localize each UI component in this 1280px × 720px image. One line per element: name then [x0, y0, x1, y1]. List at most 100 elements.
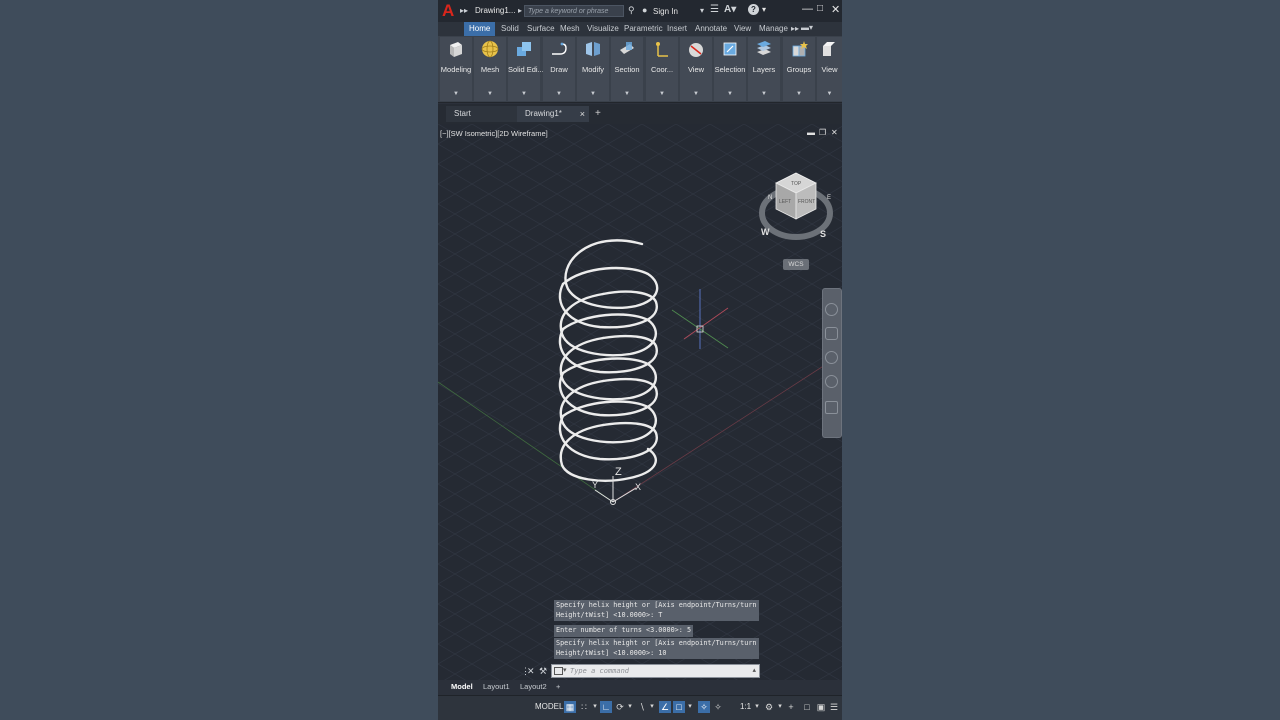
- panel-modeling[interactable]: Modeling ▼: [440, 37, 472, 101]
- command-close-icon[interactable]: ✕: [527, 666, 535, 677]
- navigation-bar[interactable]: [822, 288, 842, 438]
- chevron-down-icon[interactable]: ▼: [543, 91, 575, 97]
- new-tab-button[interactable]: +: [591, 106, 609, 122]
- tab-mesh[interactable]: Mesh: [560, 24, 580, 33]
- compass-w-label[interactable]: W: [761, 227, 770, 237]
- steering-wheel-icon[interactable]: [825, 303, 838, 316]
- isolate-objects-icon[interactable]: □: [801, 701, 813, 713]
- viewcube-top-face[interactable]: TOP: [791, 181, 802, 187]
- panel-draw[interactable]: Draw ▼: [543, 37, 575, 101]
- annotation-visibility-icon[interactable]: ✧: [698, 701, 710, 713]
- panel-view[interactable]: View ▼: [680, 37, 712, 101]
- quick-access-expand-icon[interactable]: ▸▸: [460, 6, 468, 15]
- tab-parametric[interactable]: Parametric: [624, 24, 663, 33]
- sign-in-dropdown-icon[interactable]: ▾: [700, 6, 704, 15]
- command-prompt-icon[interactable]: [554, 667, 563, 675]
- panel-modify[interactable]: Modify ▼: [577, 37, 609, 101]
- showmotion-icon[interactable]: [825, 401, 838, 414]
- zoom-icon[interactable]: [825, 351, 838, 364]
- model-viewport[interactable]: Z Y X [−][SW Isometric][2D Wireframe] ▬ …: [438, 124, 842, 680]
- panel-selection[interactable]: Selection ▼: [714, 37, 746, 101]
- chevron-down-icon[interactable]: ▼: [508, 91, 540, 97]
- viewport-close-icon[interactable]: ✕: [831, 128, 838, 137]
- ribbon-minimize-icon[interactable]: ▬▾: [801, 23, 813, 32]
- fullscreen-icon[interactable]: ▣: [815, 701, 827, 713]
- panel-view-2[interactable]: View ▼: [817, 37, 842, 101]
- panel-mesh[interactable]: Mesh ▼: [474, 37, 506, 101]
- maximize-window-icon[interactable]: □: [817, 3, 823, 14]
- add-layout-button[interactable]: +: [556, 682, 560, 691]
- tab-surface[interactable]: Surface: [527, 24, 555, 33]
- panel-groups[interactable]: Groups ▼: [783, 37, 815, 101]
- auto-scale-icon[interactable]: ✧: [712, 701, 724, 713]
- panel-section[interactable]: Section ▼: [611, 37, 643, 101]
- chevron-down-icon[interactable]: ▼: [748, 91, 780, 97]
- minimize-window-icon[interactable]: —: [802, 3, 813, 15]
- viewport-minimize-icon[interactable]: ▬: [807, 128, 815, 137]
- chevron-down-icon[interactable]: ▼: [714, 91, 746, 97]
- tab-visualize[interactable]: Visualize: [587, 24, 619, 33]
- isodraft-dropdown-icon[interactable]: ▾: [646, 701, 658, 713]
- model-space-button[interactable]: MODEL: [535, 702, 563, 711]
- chevron-down-icon[interactable]: ▼: [783, 91, 815, 97]
- search-input[interactable]: Type a keyword or phrase: [524, 5, 624, 17]
- viewcube-front-face[interactable]: FRONT: [798, 199, 815, 205]
- ortho-icon[interactable]: ∟: [600, 701, 612, 713]
- chevron-down-icon[interactable]: ▼: [680, 91, 712, 97]
- chevron-down-icon[interactable]: ▼: [646, 91, 678, 97]
- compass-n-label[interactable]: N: [768, 195, 772, 201]
- orbit-icon[interactable]: [825, 375, 838, 388]
- viewcube[interactable]: TOP LEFT FRONT W S N E: [758, 169, 838, 249]
- pan-icon[interactable]: [825, 327, 838, 340]
- tab-layout2[interactable]: Layout2: [520, 682, 547, 691]
- panel-solid-editing[interactable]: Solid Edi... ▼: [508, 37, 544, 101]
- chevron-down-icon[interactable]: ▼: [440, 91, 472, 97]
- chevron-down-icon[interactable]: ▼: [474, 91, 506, 97]
- command-history-up-icon[interactable]: ▴: [752, 666, 756, 674]
- start-tab[interactable]: Start: [446, 106, 518, 122]
- viewport-controls-label[interactable]: [−][SW Isometric][2D Wireframe]: [440, 129, 548, 138]
- chevron-down-icon[interactable]: ▼: [817, 91, 842, 97]
- tab-insert[interactable]: Insert: [667, 24, 687, 33]
- close-window-icon[interactable]: ✕: [831, 3, 840, 16]
- compass-e-label[interactable]: E: [827, 195, 831, 201]
- prompt-dropdown-icon[interactable]: ▾: [563, 666, 567, 674]
- plus-icon[interactable]: +: [785, 701, 797, 713]
- tab-solid[interactable]: Solid: [501, 24, 519, 33]
- autodesk-app-icon[interactable]: A▾: [724, 4, 736, 15]
- object-snap-tracking-icon[interactable]: ∠: [659, 701, 671, 713]
- polar-dropdown-icon[interactable]: ▾: [624, 701, 636, 713]
- customize-menu-icon[interactable]: ☰: [828, 701, 840, 713]
- panel-layers[interactable]: Layers ▼: [748, 37, 780, 101]
- command-customize-icon[interactable]: ⚒: [539, 666, 547, 677]
- cart-icon[interactable]: ☰: [710, 4, 719, 15]
- osnap-dropdown-icon[interactable]: ▾: [684, 701, 696, 713]
- ribbon-more-tabs-icon[interactable]: ▸▸: [791, 24, 799, 33]
- tab-model[interactable]: Model: [451, 682, 473, 691]
- grid-icon[interactable]: ▦: [564, 701, 576, 713]
- panel-coordinates[interactable]: Coor... ▼: [646, 37, 678, 101]
- help-icon[interactable]: ?: [748, 4, 759, 15]
- autocad-logo-icon[interactable]: A: [442, 2, 458, 20]
- help-dropdown-icon[interactable]: ▾: [762, 5, 766, 14]
- chevron-down-icon[interactable]: ▼: [577, 91, 609, 97]
- tab-manage[interactable]: Manage: [759, 24, 788, 33]
- command-line-input[interactable]: ▾ Type a command ▴: [551, 664, 760, 678]
- tab-view[interactable]: View: [734, 24, 751, 33]
- close-tab-icon[interactable]: ×: [580, 106, 585, 122]
- tab-layout1[interactable]: Layout1: [483, 682, 510, 691]
- user-icon[interactable]: ●: [642, 5, 647, 15]
- drawing1-tab[interactable]: Drawing1* ×: [517, 106, 589, 122]
- title-arrow-icon[interactable]: ▸: [518, 6, 522, 15]
- tab-home[interactable]: Home: [464, 22, 496, 36]
- search-icon[interactable]: ⚲: [628, 5, 635, 16]
- viewcube-left-face[interactable]: LEFT: [779, 199, 791, 205]
- tab-annotate[interactable]: Annotate: [695, 24, 727, 33]
- sign-in-button[interactable]: Sign In: [653, 7, 678, 16]
- annotation-scale[interactable]: 1:1: [740, 702, 751, 711]
- viewport-restore-icon[interactable]: ❐: [819, 128, 826, 137]
- compass-s-label[interactable]: S: [820, 229, 826, 239]
- chevron-down-icon[interactable]: ▼: [611, 91, 643, 97]
- wcs-menu-button[interactable]: WCS: [783, 259, 809, 270]
- scale-dropdown-icon[interactable]: ▾: [751, 701, 763, 713]
